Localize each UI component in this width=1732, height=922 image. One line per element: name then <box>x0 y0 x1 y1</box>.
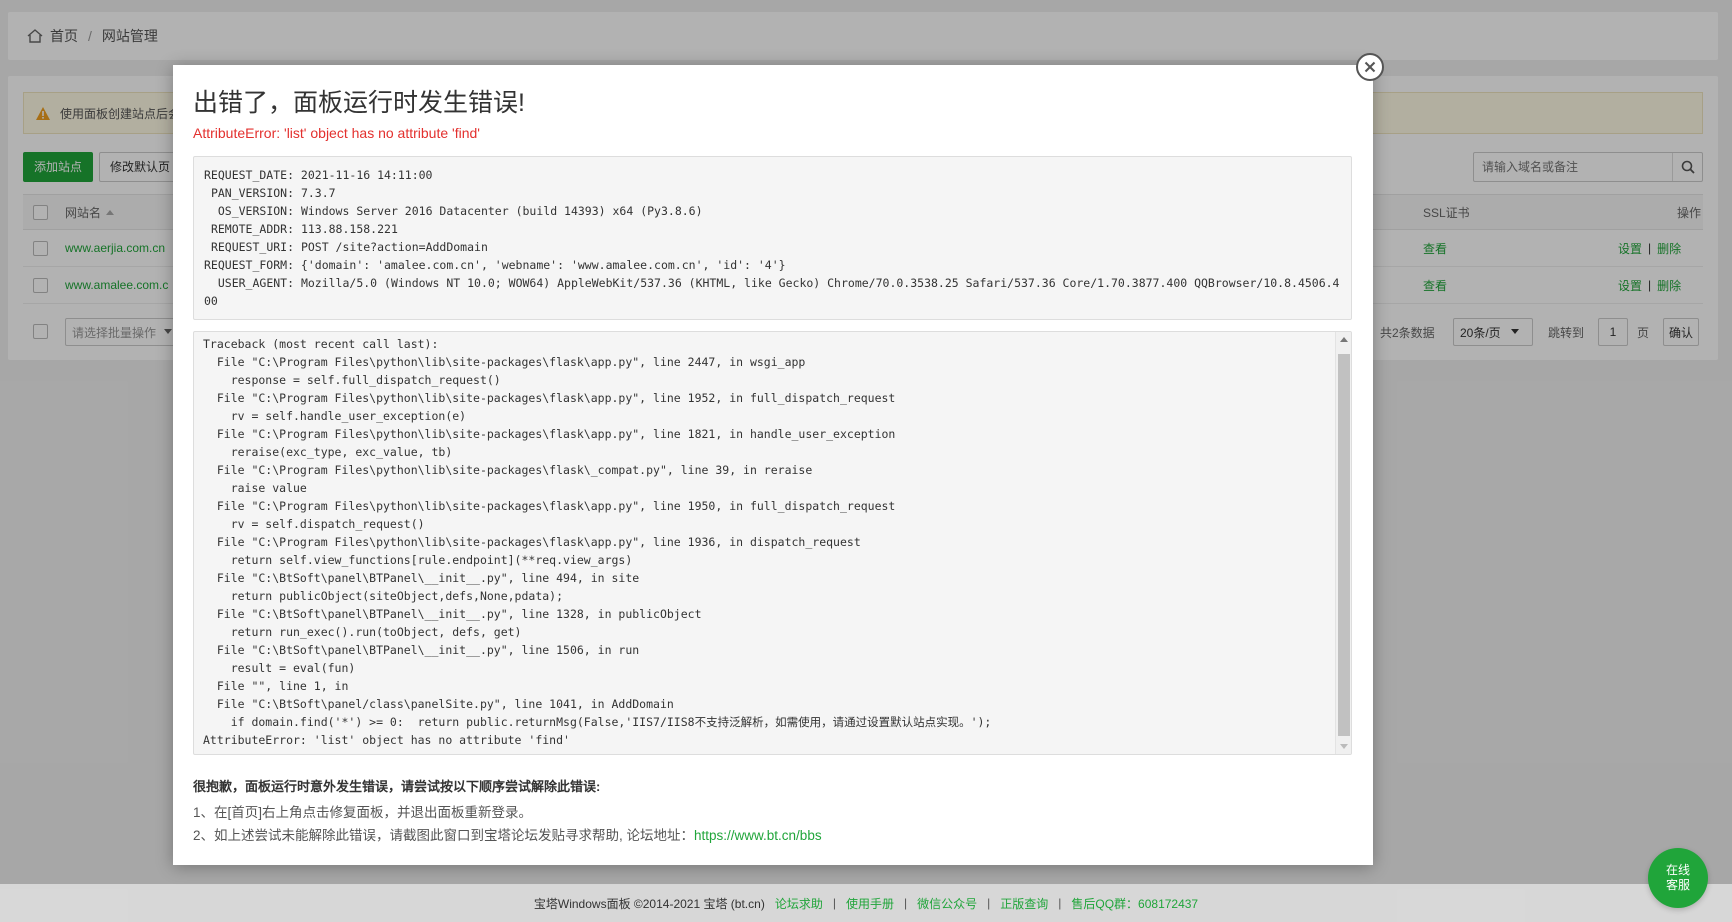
copyright-text: 宝塔Windows面板 ©2014-2021 宝塔 (bt.cn) <box>533 896 765 911</box>
scroll-down-icon[interactable] <box>1340 744 1348 749</box>
close-modal-button[interactable] <box>1356 53 1384 81</box>
traceback-line: return self.view_functions[rule.endpoint… <box>203 553 633 567</box>
info-line: REQUEST_DATE: 2021-11-16 14:11:00 <box>204 168 433 182</box>
info-line: REQUEST_URI: POST /site?action=AddDomain <box>204 240 488 254</box>
site-footer: 宝塔Windows面板 ©2014-2021 宝塔 (bt.cn) 论坛求助 |… <box>0 884 1732 922</box>
traceback-line: File "C:\Program Files\python\lib\site-p… <box>203 499 896 513</box>
traceback-line: File "C:\BtSoft\panel\BTPanel\__init__.p… <box>203 643 640 657</box>
close-icon <box>1364 61 1376 73</box>
traceback-line: response = self.full_dispatch_request() <box>203 373 501 387</box>
traceback-line: File "", line 1, in <box>203 679 349 693</box>
traceback-line: File "C:\Program Files\python\lib\site-p… <box>203 535 861 549</box>
footer-separator: | <box>903 896 908 910</box>
traceback-line: File "C:\Program Files\python\lib\site-p… <box>203 355 806 369</box>
error-modal: 出错了，面板运行时发生错误! AttributeError: 'list' ob… <box>173 65 1373 865</box>
footer-separator: | <box>1058 896 1062 910</box>
info-line: REQUEST_FORM: {'domain': 'amalee.com.cn'… <box>204 258 786 272</box>
traceback-line: return run_exec().run(toObject, defs, ge… <box>203 625 522 639</box>
traceback-line: Traceback (most recent call last): <box>203 337 439 351</box>
traceback-line: raise value <box>203 481 307 495</box>
chat-label-line2: 客服 <box>1665 878 1690 892</box>
footer-link-manual[interactable]: 使用手册 <box>846 895 894 912</box>
help-step-2-text: 2、如上述尝试未能解除此错误，请截图此窗口到宝塔论坛发贴寻求帮助, 论坛地址： <box>193 828 695 843</box>
traceback-scrollbar[interactable] <box>1335 332 1351 754</box>
info-line: REMOTE_ADDR: 113.88.158.221 <box>204 222 398 236</box>
footer-link-forum[interactable]: 论坛求助 <box>775 895 823 912</box>
info-line: OS_VERSION: Windows Server 2016 Datacent… <box>204 204 703 218</box>
traceback-line: File "C:\BtSoft\panel\BTPanel\__init__.p… <box>203 607 702 621</box>
help-step-2: 2、如上述尝试未能解除此错误，请截图此窗口到宝塔论坛发贴寻求帮助, 论坛地址：h… <box>193 824 822 844</box>
traceback-line: File "C:\BtSoft\panel\BTPanel\__init__.p… <box>203 571 640 585</box>
help-title: 很抱歉，面板运行时意外发生错误，请尝试按以下顺序尝试解除此错误: <box>193 779 601 794</box>
footer-separator: | <box>832 896 836 910</box>
traceback-line: File "C:\Program Files\python\lib\site-p… <box>203 427 896 441</box>
modal-title: 出错了，面板运行时发生错误! <box>193 89 525 117</box>
scrollbar-thumb[interactable] <box>1338 354 1350 736</box>
footer-separator: | <box>987 896 991 910</box>
traceback-line: return publicObject(siteObject,defs,None… <box>203 589 564 603</box>
footer-link-wechat[interactable]: 微信公众号 <box>917 895 977 912</box>
traceback-line: rv = self.dispatch_request() <box>203 517 425 531</box>
traceback-line: reraise(exc_type, exc_value, tb) <box>203 445 453 459</box>
traceback-box[interactable]: Traceback (most recent call last): File … <box>193 331 1352 755</box>
traceback-line: rv = self.handle_user_exception(e) <box>203 409 467 423</box>
request-info-box: REQUEST_DATE: 2021-11-16 14:11:00 PAN_VE… <box>193 156 1352 320</box>
footer-link-license[interactable]: 正版查询 <box>1000 895 1048 912</box>
footer-link-qq-group[interactable]: 售后QQ群：608172437 <box>1071 895 1198 912</box>
modal-error-message: AttributeError: 'list' object has no att… <box>193 125 480 141</box>
traceback-line: File "C:\BtSoft\panel/class\panelSite.py… <box>203 697 674 711</box>
traceback-line: if domain.find('*') >= 0: return public.… <box>203 715 992 729</box>
traceback-line: result = eval(fun) <box>203 661 356 675</box>
forum-link[interactable]: https://www.bt.cn/bbs <box>694 828 822 843</box>
traceback-content: Traceback (most recent call last): File … <box>203 335 1328 749</box>
chat-label-line1: 在线 <box>1665 863 1690 877</box>
help-step-1: 1、在[首页]右上角点击修复面板，并退出面板重新登录。 <box>193 805 533 820</box>
traceback-line: AttributeError: 'list' object has no att… <box>203 733 570 747</box>
traceback-line: File "C:\Program Files\python\lib\site-p… <box>203 463 813 477</box>
info-line: USER_AGENT: Mozilla/5.0 (Windows NT 10.0… <box>204 276 1340 308</box>
traceback-line: File "C:\Program Files\python\lib\site-p… <box>203 391 896 405</box>
info-line: PAN_VERSION: 7.3.7 <box>204 186 336 200</box>
online-support-button[interactable]: 在线 客服 <box>1648 848 1708 908</box>
scroll-up-icon[interactable] <box>1340 337 1348 342</box>
